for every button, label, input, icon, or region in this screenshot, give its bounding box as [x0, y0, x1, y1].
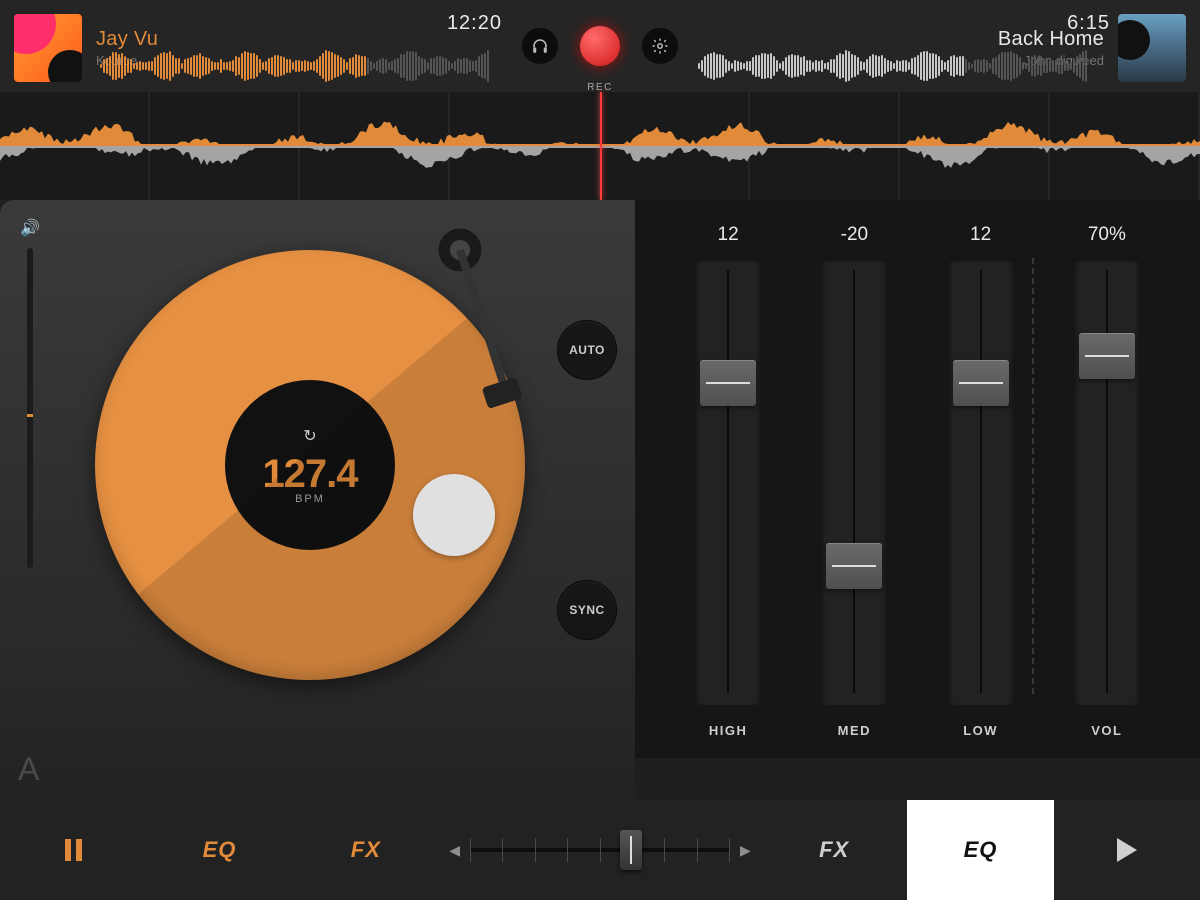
speaker-icon: 🔊 — [20, 218, 40, 238]
record-button[interactable] — [580, 26, 620, 66]
eq-low-col: 12 LOW — [918, 224, 1044, 738]
eq-high-value: 12 — [718, 224, 739, 246]
eq-panel: 12 HIGH -20 MED 12 LOW 70% VOL — [635, 200, 1200, 758]
headphones-button[interactable] — [522, 28, 558, 64]
deck-a-header: ♪ Jay Vu Kource 12:20 — [0, 0, 516, 92]
deck-a-artwork[interactable]: ♪ — [14, 14, 82, 82]
deck-b-artwork[interactable]: ♪ — [1118, 14, 1186, 82]
eq-vol-slider[interactable] — [1075, 258, 1139, 705]
bottom-bar: EQ FX ◀ ▶ FX EQ — [0, 800, 1200, 900]
bpm-value: 127.4 — [262, 452, 357, 497]
crossfader-knob[interactable] — [620, 830, 642, 870]
crossfader[interactable]: ◀ ▶ — [439, 836, 761, 864]
deck-a-miniwave — [100, 48, 502, 84]
playhead[interactable] — [600, 92, 602, 200]
deck-a-fx-tab[interactable]: FX — [293, 800, 439, 900]
deck-a-panel: 🔊 ↻ 127.4 BPM AUTO SYNC A — [0, 200, 635, 800]
deck-a-eq-tab[interactable]: EQ — [146, 800, 292, 900]
eq-med-col: -20 MED — [791, 224, 917, 738]
play-button[interactable] — [1054, 800, 1200, 900]
eq-med-value: -20 — [841, 224, 868, 246]
deck-a-artist: Kource — [96, 53, 158, 68]
deck-a-volume-slider[interactable] — [27, 248, 33, 568]
bpm-label: BPM — [295, 493, 325, 505]
eq-vol-col: 70% VOL — [1044, 224, 1170, 738]
settings-button[interactable] — [642, 28, 678, 64]
deck-b-header: 6:15 Back Home John digweed ♪ — [684, 0, 1200, 92]
deck-b-time: 6:15 — [1067, 12, 1110, 35]
deck-letter: A — [18, 751, 39, 788]
deck-b-eq-tab[interactable]: EQ — [907, 800, 1053, 900]
eq-med-label: MED — [838, 723, 871, 738]
eq-high-col: 12 HIGH — [665, 224, 791, 738]
eq-low-value: 12 — [970, 224, 991, 246]
deck-b-artist: John digweed — [998, 53, 1104, 68]
header: ♪ Jay Vu Kource 12:20 REC 6:15 Back Home — [0, 0, 1200, 92]
platter[interactable]: ↻ 127.4 BPM — [95, 250, 525, 680]
refresh-icon[interactable]: ↻ — [303, 426, 316, 446]
header-center: REC — [516, 0, 684, 92]
auto-button[interactable]: AUTO — [557, 320, 617, 380]
overview-waveform[interactable] — [0, 92, 1200, 200]
xfade-left-arrow[interactable]: ◀ — [449, 842, 460, 859]
eq-vol-value: 70% — [1088, 224, 1126, 246]
eq-high-slider[interactable] — [696, 258, 760, 705]
eq-vol-label: VOL — [1091, 723, 1122, 738]
eq-low-label: LOW — [963, 723, 998, 738]
deck-b-fx-tab[interactable]: FX — [761, 800, 907, 900]
cue-dot — [413, 474, 495, 556]
pause-button[interactable] — [0, 800, 146, 900]
deck-a-time: 12:20 — [447, 12, 502, 35]
eq-low-slider[interactable] — [949, 258, 1013, 705]
xfade-right-arrow[interactable]: ▶ — [740, 842, 751, 859]
eq-med-slider[interactable] — [822, 258, 886, 705]
eq-high-label: HIGH — [709, 723, 748, 738]
bpm-center[interactable]: ↻ 127.4 BPM — [225, 380, 395, 550]
deck-a-title: Jay Vu — [96, 28, 158, 51]
sync-button[interactable]: SYNC — [557, 580, 617, 640]
